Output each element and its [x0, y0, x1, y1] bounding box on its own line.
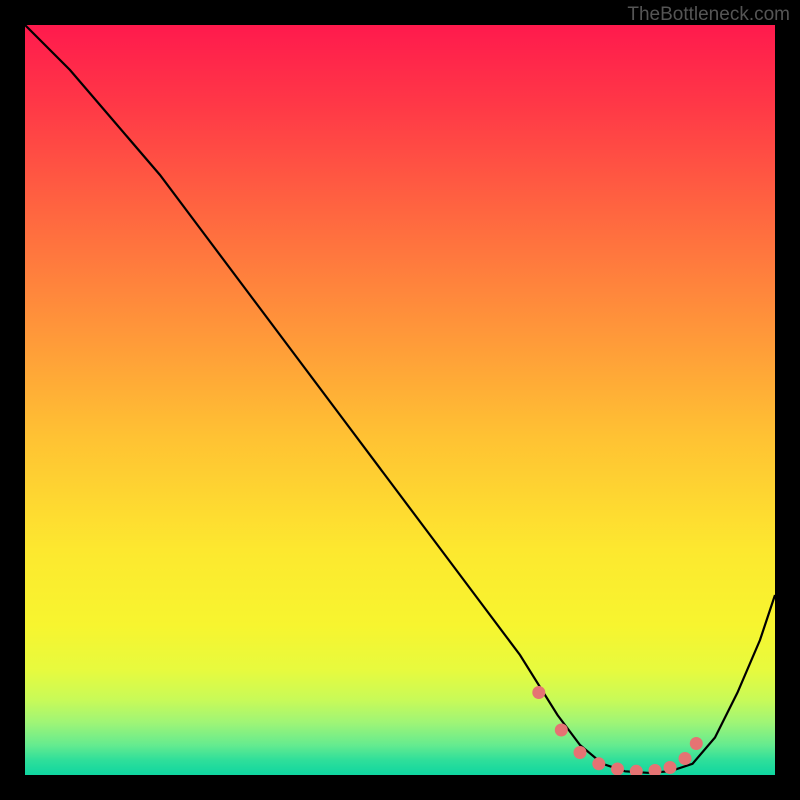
curve-layer: [25, 25, 775, 775]
marker-dot: [555, 724, 568, 737]
chart-container: TheBottleneck.com: [0, 0, 800, 800]
marker-dot: [630, 765, 643, 775]
marker-dot: [664, 761, 677, 774]
marker-dot: [690, 737, 703, 750]
marker-dots: [532, 686, 703, 775]
bottleneck-curve: [25, 25, 775, 773]
marker-dot: [611, 763, 624, 776]
plot-area: [25, 25, 775, 775]
marker-dot: [649, 764, 662, 775]
marker-dot: [532, 686, 545, 699]
marker-dot: [592, 757, 605, 770]
marker-dot: [679, 752, 692, 765]
marker-dot: [574, 746, 587, 759]
watermark-text: TheBottleneck.com: [627, 4, 790, 26]
